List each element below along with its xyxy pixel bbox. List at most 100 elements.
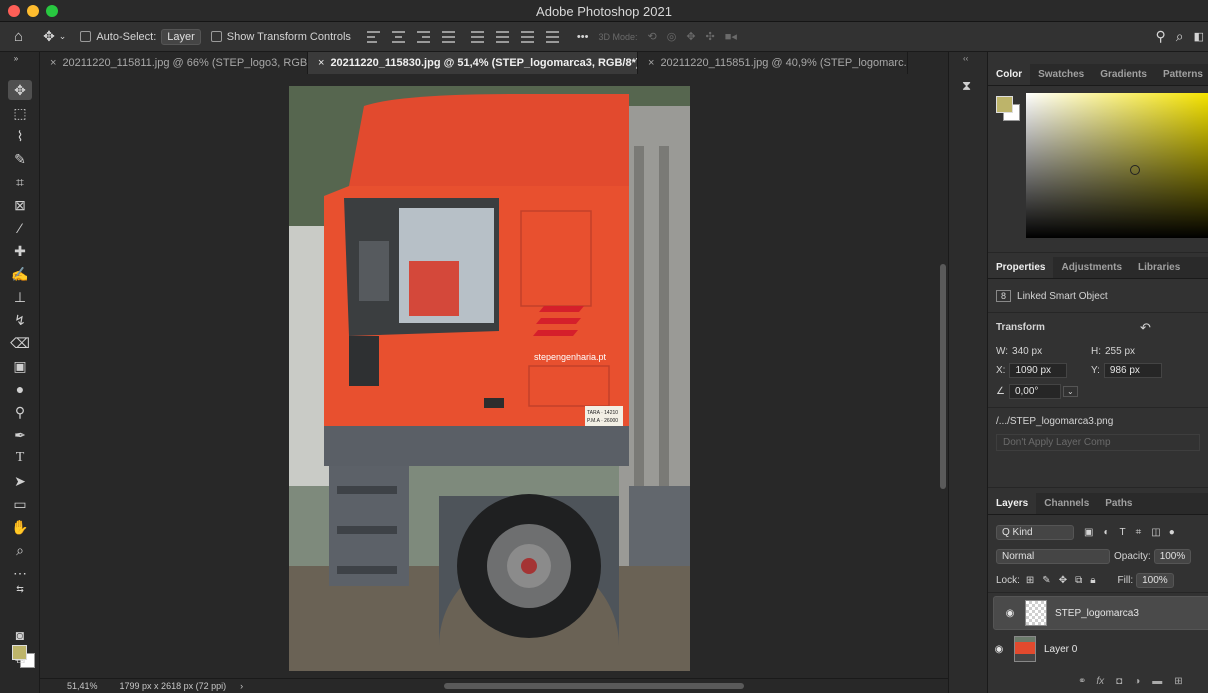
3d-camera-icon[interactable]: ■◂: [725, 30, 737, 43]
marquee-tool-icon[interactable]: ⬚: [8, 103, 32, 123]
healing-brush-icon[interactable]: ✚: [8, 241, 32, 261]
home-icon[interactable]: ⌂: [14, 28, 23, 45]
zoom-level[interactable]: 51,41%: [67, 681, 98, 691]
eye-icon[interactable]: ◉: [999, 608, 1021, 619]
layer-kind-filter[interactable]: Q Kind: [996, 525, 1074, 540]
move-tool-preset-icon[interactable]: ✥ ⌄: [43, 28, 66, 45]
vertical-scroll-thumb[interactable]: [940, 264, 946, 489]
document-image[interactable]: stepengenharia.pt TARA · 14210 P.M.A · 2…: [289, 86, 690, 671]
align-middle-icon[interactable]: [495, 30, 509, 43]
filter-shape-icon[interactable]: ⌗: [1136, 527, 1142, 538]
tab-color[interactable]: Color: [988, 64, 1031, 85]
filter-pixel-icon[interactable]: ▣: [1084, 527, 1093, 538]
crop-tool-icon[interactable]: ⌗: [8, 172, 32, 192]
layer-row[interactable]: ◉ Layer 0: [988, 632, 1208, 666]
status-menu-arrow[interactable]: ›: [240, 681, 243, 691]
hand-tool-icon[interactable]: ✋: [8, 517, 32, 537]
filter-type-icon[interactable]: T: [1120, 527, 1126, 538]
tab-adjustments[interactable]: Adjustments: [1053, 257, 1130, 278]
show-transform-toggle[interactable]: Show Transform Controls: [210, 31, 351, 43]
3d-slide-icon[interactable]: ✣: [706, 30, 715, 43]
history-panel-icon[interactable]: ⧗: [962, 78, 971, 94]
align-top-icon[interactable]: [470, 30, 484, 43]
gradient-tool-icon[interactable]: ▣: [8, 356, 32, 376]
document-tab-active[interactable]: × 20211220_115830.jpg @ 51,4% (STEP_logo…: [308, 52, 638, 74]
collapse-toolbar-icon[interactable]: »: [4, 52, 28, 64]
canvas-area[interactable]: stepengenharia.pt TARA · 14210 P.M.A · 2…: [40, 74, 948, 678]
fill-field[interactable]: 100%: [1136, 573, 1174, 588]
rectangle-tool-icon[interactable]: ▭: [8, 494, 32, 514]
auto-select-checkbox[interactable]: [80, 31, 92, 42]
group-folder-icon[interactable]: ▬: [1152, 676, 1162, 687]
close-tab-icon[interactable]: ×: [50, 57, 56, 69]
blend-mode-select[interactable]: Normal: [996, 549, 1110, 564]
pen-tool-icon[interactable]: ✒: [8, 425, 32, 445]
blur-tool-icon[interactable]: ●: [8, 379, 32, 399]
distribute-vertical-icon[interactable]: [545, 30, 559, 43]
tab-libraries[interactable]: Libraries: [1130, 257, 1188, 278]
layer-row-selected[interactable]: ◉ STEP_logomarca3: [993, 596, 1208, 630]
move-tool-icon[interactable]: ✥: [8, 80, 32, 100]
path-select-tool-icon[interactable]: ➤: [8, 471, 32, 491]
align-center-icon[interactable]: [391, 30, 405, 43]
eraser-tool-icon[interactable]: ⌫: [8, 333, 32, 353]
filter-adjustment-icon[interactable]: ◐: [1103, 527, 1109, 538]
lock-position-icon[interactable]: ✥: [1059, 575, 1067, 586]
auto-select-toggle[interactable]: Auto-Select: Layer: [80, 28, 201, 45]
y-field[interactable]: 986 px: [1103, 363, 1162, 378]
document-info[interactable]: 1799 px x 2618 px (72 ppi): [120, 681, 227, 691]
align-right-icon[interactable]: [416, 30, 430, 43]
layer-style-button[interactable]: fx: [1096, 676, 1104, 687]
add-mask-icon[interactable]: ◘: [1116, 676, 1122, 687]
stamp-tool-icon[interactable]: ⊥: [8, 287, 32, 307]
tab-layers[interactable]: Layers: [988, 493, 1037, 514]
filter-smart-object-icon[interactable]: ◫: [1151, 527, 1160, 538]
history-brush-icon[interactable]: ↯: [8, 310, 32, 330]
align-left-icon[interactable]: [366, 30, 380, 43]
user-search-icon[interactable]: ⚲: [1155, 28, 1165, 45]
layer-comp-select[interactable]: Don't Apply Layer Comp: [996, 434, 1200, 451]
eye-icon[interactable]: ◉: [988, 644, 1010, 655]
dodge-tool-icon[interactable]: ⚲: [8, 402, 32, 422]
auto-select-dropdown[interactable]: Layer: [161, 28, 201, 45]
document-tab[interactable]: × 20211220_115811.jpg @ 66% (STEP_logo3,…: [40, 52, 308, 74]
lock-pixels-icon[interactable]: ✎: [1042, 575, 1050, 586]
3d-roll-icon[interactable]: ◎: [667, 30, 677, 43]
angle-field[interactable]: 0,00°: [1008, 384, 1061, 399]
new-layer-icon[interactable]: ⊞: [1174, 676, 1182, 687]
document-tab[interactable]: × 20211220_115851.jpg @ 40,9% (STEP_logo…: [638, 52, 908, 74]
panel-foreground-swatch[interactable]: [996, 96, 1013, 113]
vertical-scrollbar[interactable]: [938, 74, 948, 678]
close-tab-icon[interactable]: ×: [318, 57, 324, 69]
tab-gradients[interactable]: Gradients: [1092, 64, 1155, 85]
reset-transform-icon[interactable]: ↶: [1140, 320, 1151, 336]
adjustment-layer-icon[interactable]: ◑: [1134, 676, 1140, 687]
type-tool-icon[interactable]: T: [8, 448, 32, 468]
foreground-color-swatch[interactable]: [12, 645, 27, 660]
layer-name[interactable]: Layer 0: [1044, 644, 1077, 655]
tab-paths[interactable]: Paths: [1097, 493, 1140, 514]
workspace-icon[interactable]: ◧: [1194, 30, 1204, 43]
lock-all-icon[interactable]: 🔒︎: [1090, 575, 1095, 586]
brush-tool-icon[interactable]: ✍: [8, 264, 32, 284]
more-options-button[interactable]: •••: [577, 31, 589, 43]
lasso-tool-icon[interactable]: ⌇: [8, 126, 32, 146]
frame-tool-icon[interactable]: ⊠: [8, 195, 32, 215]
zoom-tool-icon[interactable]: ⌕: [8, 540, 32, 560]
3d-orbit-icon[interactable]: ⟲: [648, 30, 657, 43]
x-field[interactable]: 1090 px: [1009, 363, 1068, 378]
align-bottom-icon[interactable]: [520, 30, 534, 43]
distribute-horizontal-icon[interactable]: [441, 30, 455, 43]
width-value[interactable]: 340 px: [1012, 346, 1042, 357]
lock-artboard-icon[interactable]: ⧉: [1075, 575, 1082, 586]
angle-dropdown-icon[interactable]: ⌄: [1062, 386, 1078, 397]
tab-channels[interactable]: Channels: [1036, 493, 1097, 514]
tab-properties[interactable]: Properties: [988, 257, 1054, 278]
show-transform-checkbox[interactable]: [210, 31, 222, 42]
filter-toggle-icon[interactable]: ●: [1169, 527, 1175, 538]
expand-panels-icon[interactable]: ‹‹: [963, 54, 968, 63]
3d-pan-icon[interactable]: ✥: [686, 30, 695, 43]
color-picker-cursor[interactable]: [1130, 165, 1140, 175]
close-tab-icon[interactable]: ×: [648, 57, 654, 69]
quick-select-tool-icon[interactable]: ✎: [8, 149, 32, 169]
